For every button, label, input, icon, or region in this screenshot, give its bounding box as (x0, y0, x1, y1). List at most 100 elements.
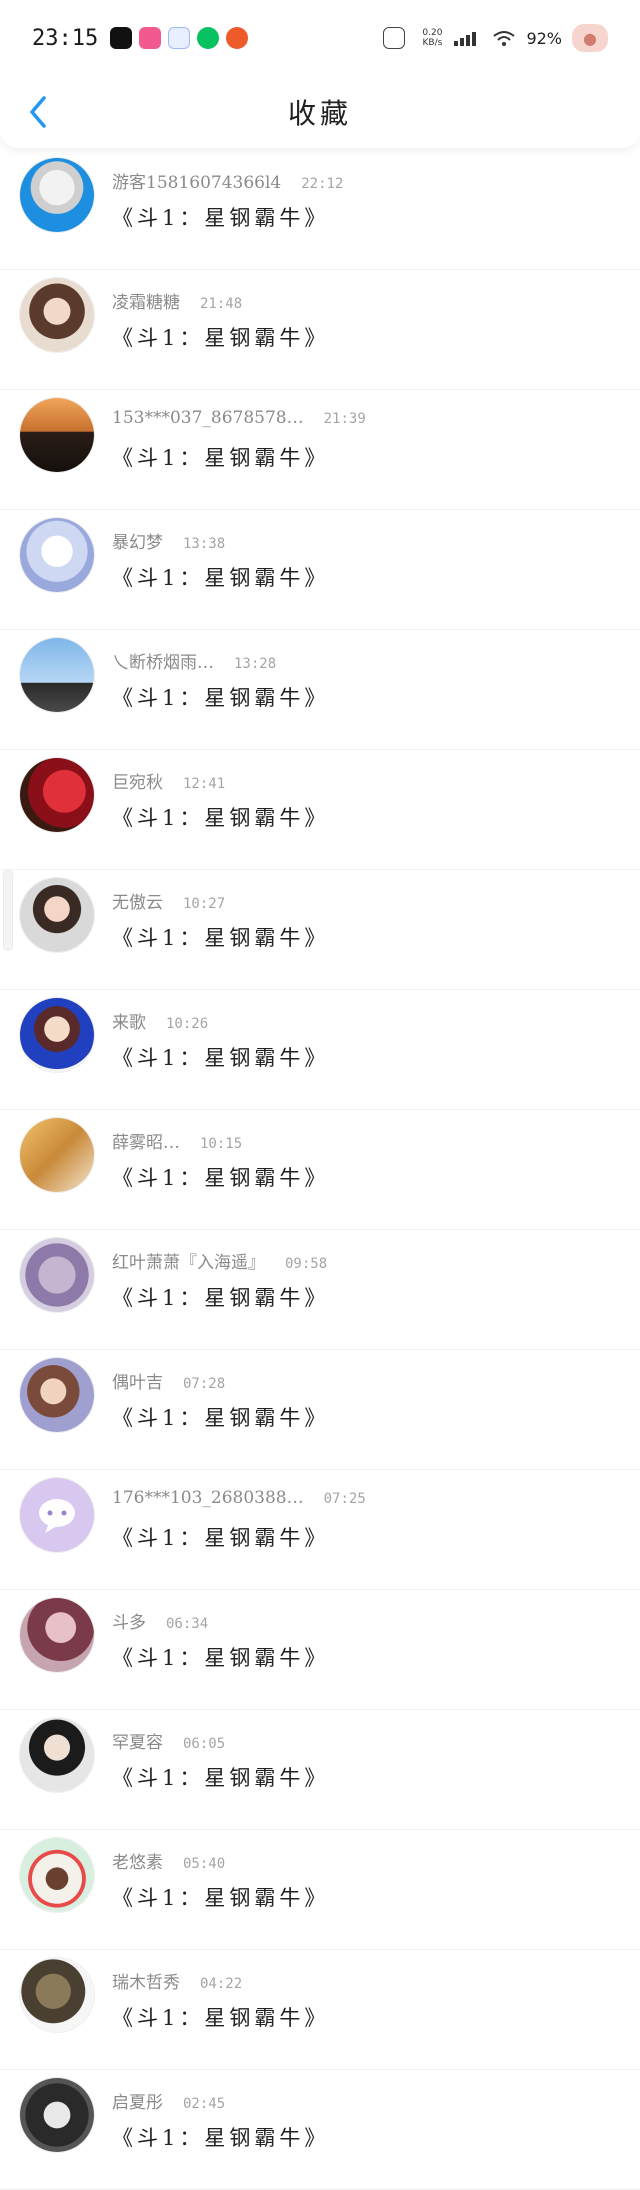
time-stamp: 07:25 (323, 1491, 366, 1507)
book-title: 《斗1：星钢霸牛》 (112, 326, 330, 350)
avatar[interactable] (20, 278, 94, 352)
list-item[interactable]: 偶叶吉 07:28 《斗1：星钢霸牛》 (0, 1350, 640, 1470)
time-stamp: 10:15 (200, 1136, 243, 1152)
user-name: 来歌 (112, 1013, 146, 1033)
time-stamp: 21:39 (323, 411, 366, 427)
time-stamp: 21:48 (200, 296, 243, 312)
time-stamp: 07:28 (183, 1376, 226, 1392)
back-button[interactable] (20, 94, 56, 130)
time-stamp: 06:05 (183, 1736, 226, 1752)
status-time: 23:15 (32, 25, 99, 51)
user-name: 斗多 (112, 1613, 146, 1633)
time-stamp: 13:38 (183, 536, 226, 552)
list-item[interactable]: 巨宛秋 12:41 《斗1：星钢霸牛》 (0, 750, 640, 870)
avatar[interactable] (20, 1118, 94, 1192)
status-bar: 23:15 0.20 KB/s 92% ● (0, 0, 640, 76)
list-item[interactable]: 薛雾昭… 10:15 《斗1：星钢霸牛》 (0, 1110, 640, 1230)
battery-percent: 92% (526, 28, 562, 48)
list-item[interactable]: 来歌 10:26 《斗1：星钢霸牛》 (0, 990, 640, 1110)
net-speed-value: 0.20 (422, 28, 443, 38)
net-speed: 0.20 KB/s (422, 28, 442, 48)
alarm-icon (383, 27, 406, 49)
signal-icon (454, 32, 477, 46)
avatar[interactable] (20, 1958, 94, 2032)
book-title: 《斗1：星钢霸牛》 (112, 2006, 330, 2030)
list-item[interactable]: 无傲云 10:27 《斗1：星钢霸牛》 (0, 870, 640, 990)
pink-app-icon (139, 27, 162, 49)
book-title: 《斗1：星钢霸牛》 (112, 1766, 330, 1790)
book-title: 《斗1：星钢霸牛》 (112, 1166, 330, 1190)
user-name: 瑞木哲秀 (112, 1973, 180, 1993)
avatar[interactable] (20, 1478, 94, 1552)
book-title: 《斗1：星钢霸牛》 (112, 206, 330, 230)
list-item[interactable]: 罕夏容 06:05 《斗1：星钢霸牛》 (0, 1710, 640, 1830)
avatar[interactable] (20, 398, 94, 472)
time-stamp: 22:12 (301, 176, 344, 192)
list-item[interactable]: 斗多 06:34 《斗1：星钢霸牛》 (0, 1590, 640, 1710)
user-name: 罕夏容 (112, 1733, 163, 1753)
user-name: 暴幻梦 (112, 533, 163, 553)
tiktok-app-icon (110, 27, 133, 49)
list-item[interactable]: 游客15816074366l4 22:12 《斗1：星钢霸牛》 (0, 150, 640, 270)
orange-app-icon (226, 27, 249, 49)
paw-icon: ● (572, 24, 608, 52)
user-name: 启夏彤 (112, 2093, 163, 2113)
avatar[interactable] (20, 1598, 94, 1672)
favorites-list: 游客15816074366l4 22:12 《斗1：星钢霸牛》 凌霜糖糖 21:48… (0, 150, 640, 2190)
browser-app-icon (168, 27, 191, 49)
time-stamp: 10:26 (166, 1016, 209, 1032)
avatar[interactable] (20, 2078, 94, 2152)
book-title: 《斗1：星钢霸牛》 (112, 1286, 330, 1310)
avatar[interactable] (20, 158, 94, 232)
book-title: 《斗1：星钢霸牛》 (112, 1526, 330, 1550)
net-speed-unit: KB/s (422, 38, 443, 48)
user-name: 游客15816074366l4 (112, 173, 282, 193)
avatar[interactable] (20, 1718, 94, 1792)
time-stamp: 13:28 (234, 656, 277, 672)
user-name: 153***037_8678578… (112, 408, 304, 428)
list-item[interactable]: 老悠素 05:40 《斗1：星钢霸牛》 (0, 1830, 640, 1950)
user-name: 凌霜糖糖 (112, 293, 180, 313)
time-stamp: 10:27 (183, 896, 226, 912)
book-title: 《斗1：星钢霸牛》 (112, 1046, 330, 1070)
chat-bubble-icon (39, 1499, 75, 1533)
book-title: 《斗1：星钢霸牛》 (112, 686, 330, 710)
user-name: 偶叶吉 (112, 1373, 163, 1393)
wifi-icon (493, 31, 516, 46)
book-title: 《斗1：星钢霸牛》 (112, 926, 330, 950)
avatar[interactable] (20, 878, 94, 952)
user-name: 巨宛秋 (112, 773, 163, 793)
wechat-app-icon (197, 27, 220, 49)
list-item[interactable]: 凌霜糖糖 21:48 《斗1：星钢霸牛》 (0, 270, 640, 390)
time-stamp: 06:34 (166, 1616, 209, 1632)
time-stamp: 04:22 (200, 1976, 243, 1992)
user-name: 乀断桥烟雨… (112, 653, 214, 673)
list-item[interactable]: 153***037_8678578… 21:39 《斗1：星钢霸牛》 (0, 390, 640, 510)
book-title: 《斗1：星钢霸牛》 (112, 446, 330, 470)
user-name: 红叶萧萧『入海遥』 (112, 1253, 265, 1273)
page-title: 收藏 (287, 97, 352, 130)
time-stamp: 02:45 (183, 2096, 226, 2112)
user-name: 无傲云 (112, 893, 163, 913)
avatar[interactable] (20, 758, 94, 832)
chevron-left-icon (30, 96, 46, 128)
time-stamp: 09:58 (285, 1256, 328, 1272)
time-stamp: 12:41 (183, 776, 226, 792)
avatar[interactable] (20, 1838, 94, 1912)
list-item[interactable]: 乀断桥烟雨… 13:28 《斗1：星钢霸牛》 (0, 630, 640, 750)
user-name: 薛雾昭… (112, 1133, 180, 1153)
avatar[interactable] (20, 998, 94, 1072)
list-item[interactable]: 启夏彤 02:45 《斗1：星钢霸牛》 (0, 2070, 640, 2190)
list-item[interactable]: 暴幻梦 13:38 《斗1：星钢霸牛》 (0, 510, 640, 630)
time-stamp: 05:40 (183, 1856, 226, 1872)
list-item[interactable]: 176***103_2680388… 07:25 《斗1：星钢霸牛》 (0, 1470, 640, 1590)
avatar[interactable] (20, 518, 94, 592)
avatar[interactable] (20, 638, 94, 712)
list-item[interactable]: 红叶萧萧『入海遥』 09:58 《斗1：星钢霸牛》 (0, 1230, 640, 1350)
avatar[interactable] (20, 1238, 94, 1312)
book-title: 《斗1：星钢霸牛》 (112, 1406, 330, 1430)
list-item[interactable]: 瑞木哲秀 04:22 《斗1：星钢霸牛》 (0, 1950, 640, 2070)
user-name: 176***103_2680388… (112, 1488, 304, 1508)
avatar[interactable] (20, 1358, 94, 1432)
status-right: 0.20 KB/s 92% ● (383, 24, 608, 52)
